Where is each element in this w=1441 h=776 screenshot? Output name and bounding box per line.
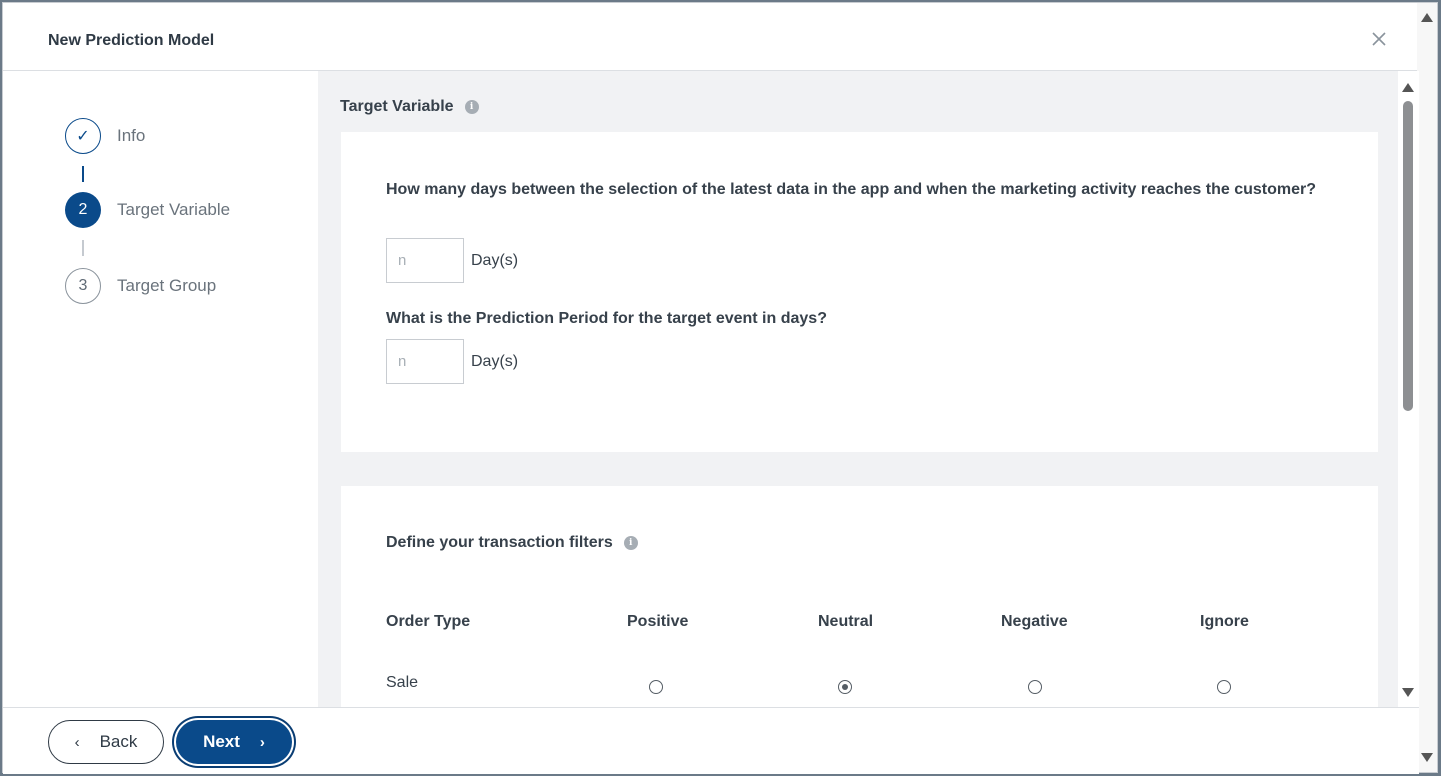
step-connector [82,240,84,256]
step-connector [82,166,84,182]
section-title: Target Variable i [340,98,479,116]
info-icon[interactable]: i [464,100,479,114]
radio-sale-positive[interactable] [649,680,663,694]
filters-title: Define your transaction filters i [386,534,638,552]
scroll-down-arrow-icon[interactable] [1402,688,1414,697]
days-input-row: Day(s) [386,238,518,283]
dialog-footer: ‹ Back Next › [3,707,1419,774]
new-prediction-model-dialog: New Prediction Model ✓ Info 2 Target Var… [2,2,1438,774]
column-header-ignore: Ignore [1200,613,1249,630]
dialog-title: New Prediction Model [48,32,215,49]
column-header-negative: Negative [1001,613,1068,630]
days-input-row: Day(s) [386,339,518,384]
step-label: Info [117,126,146,145]
days-settings-card: How many days between the selection of t… [341,132,1378,452]
scrollbar-thumb[interactable] [1403,101,1413,411]
step-label: Target Group [117,276,217,295]
step-target-variable[interactable]: 2 Target Variable [65,192,230,228]
step-number: 3 [65,268,101,304]
step-check-icon: ✓ [65,118,101,154]
stepper-sidebar: ✓ Info 2 Target Variable 3 Target Group [3,71,318,707]
radio-sale-neutral[interactable] [838,680,852,694]
step-label: Target Variable [117,200,231,219]
scroll-up-arrow-icon[interactable] [1402,83,1414,92]
step-target-group[interactable]: 3 Target Group [65,268,216,304]
close-icon[interactable] [1371,31,1387,47]
info-icon[interactable]: i [623,536,638,550]
step-number: 2 [65,192,101,228]
radio-sale-ignore[interactable] [1217,680,1231,694]
scroll-up-arrow-icon[interactable] [1421,13,1433,22]
chevron-right-icon: › [259,733,265,751]
content-scrollbar[interactable] [1398,71,1419,707]
column-header-positive: Positive [627,613,689,630]
transaction-filters-card: Define your transaction filters i Order … [341,486,1378,707]
step-info[interactable]: ✓ Info [65,118,145,154]
main-content: Target Variable i How many days between … [318,71,1399,707]
dialog-scrollbar[interactable] [1417,3,1437,772]
column-header-order-type: Order Type [386,613,471,630]
back-button[interactable]: ‹ Back [48,720,164,764]
prediction-period-input[interactable] [386,339,464,384]
days-unit-label: Day(s) [471,251,519,269]
row-label-sale: Sale [386,674,419,691]
question-prediction-period: What is the Prediction Period for the ta… [386,310,827,327]
column-header-neutral: Neutral [818,613,874,630]
radio-sale-negative[interactable] [1028,680,1042,694]
question-days-latest-data: How many days between the selection of t… [386,181,1317,198]
next-button[interactable]: Next › [176,720,292,764]
days-unit-label: Day(s) [471,352,519,370]
days-latest-data-input[interactable] [386,238,464,283]
scroll-down-arrow-icon[interactable] [1421,753,1433,762]
chevron-left-icon: ‹ [74,733,80,751]
dialog-header: New Prediction Model [3,3,1417,71]
